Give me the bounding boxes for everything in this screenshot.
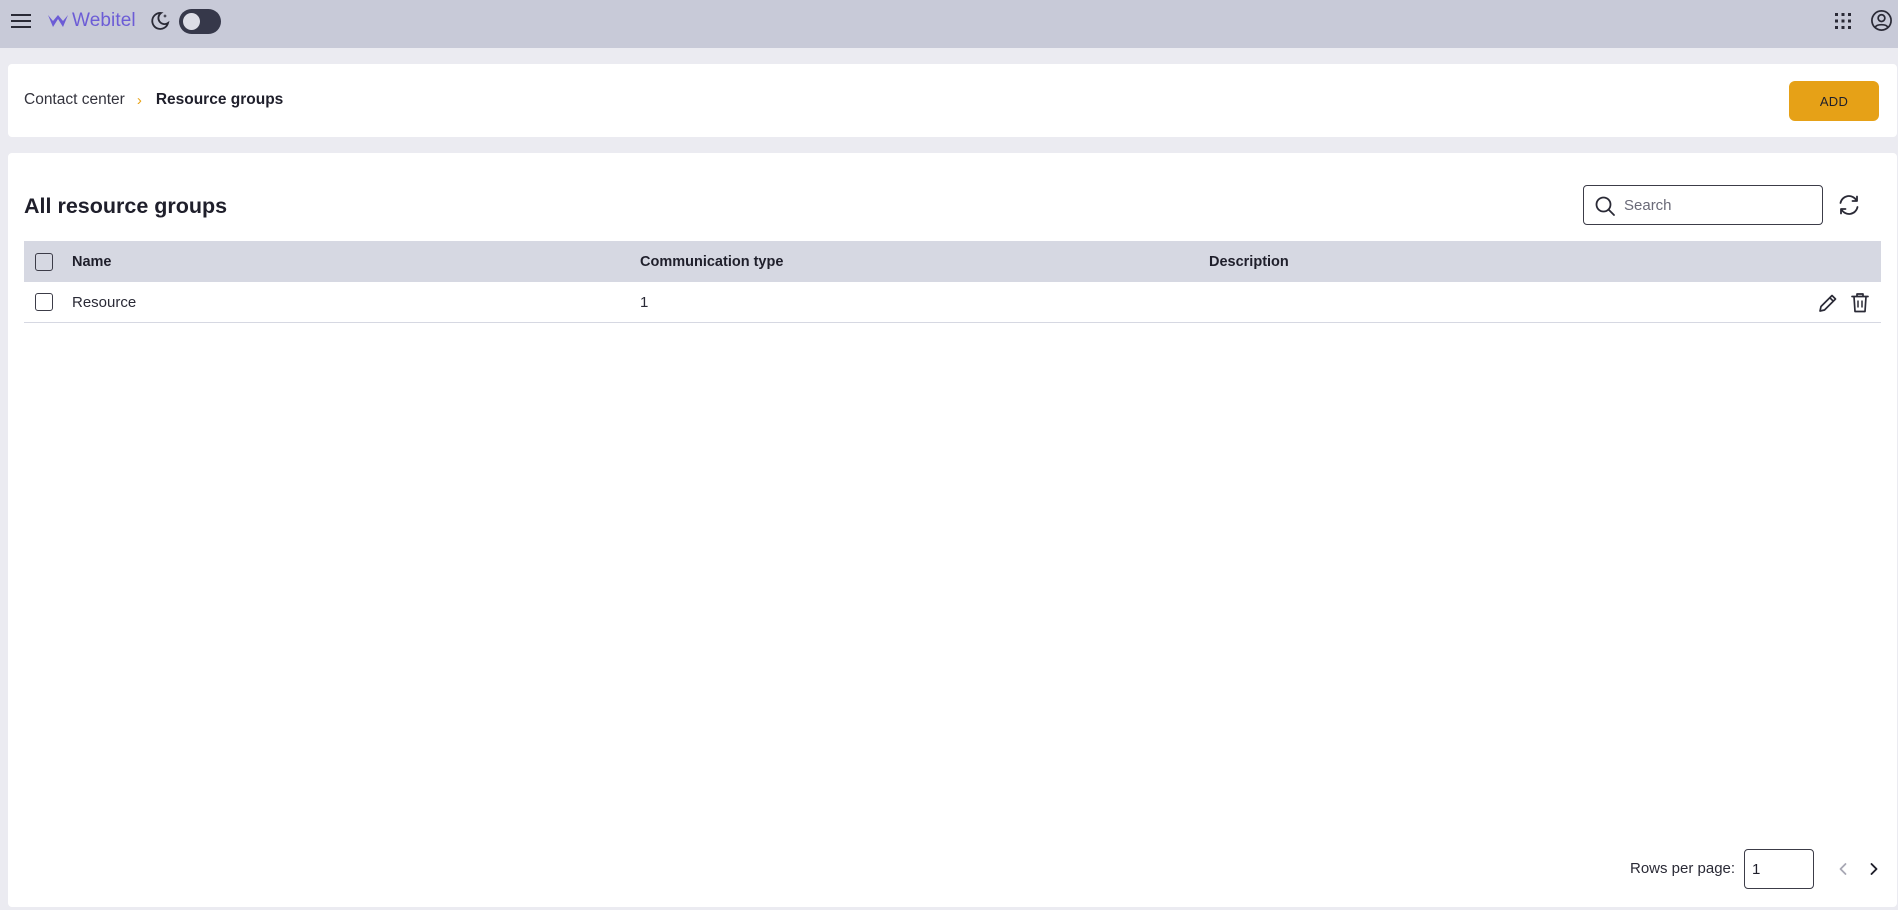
table-header: Name Communication type Description [24, 241, 1881, 282]
rows-per-page-label: Rows per page: [1630, 860, 1736, 877]
cell-name: Resource [72, 293, 137, 311]
select-all-checkbox[interactable] [35, 252, 53, 271]
breadcrumb-panel: Contact center › Resource groups ADD [8, 64, 1897, 137]
app-header: Webitel [0, 0, 1898, 48]
theme-toggle[interactable] [179, 9, 221, 34]
rows-per-page-input[interactable] [1744, 849, 1814, 889]
search-input[interactable] [1624, 194, 1814, 216]
webitel-logo[interactable]: Webitel [47, 9, 136, 33]
pagination: Rows per page: [8, 849, 1897, 889]
trash-icon[interactable] [1849, 291, 1871, 314]
logo-text: Webitel [72, 10, 136, 31]
apps-grid-icon[interactable] [1833, 11, 1853, 31]
edit-icon[interactable] [1817, 292, 1839, 314]
cell-communication-type: 1 [640, 293, 649, 311]
column-header-name[interactable]: Name [72, 254, 112, 270]
breadcrumb: Contact center › Resource groups [24, 91, 283, 109]
page-title: All resource groups [24, 194, 228, 218]
column-header-communication-type[interactable]: Communication type [640, 254, 783, 270]
refresh-icon[interactable] [1836, 192, 1862, 218]
breadcrumb-separator: › [136, 91, 142, 109]
resource-groups-table: Name Communication type Description Reso… [24, 241, 1881, 323]
search-icon [1595, 196, 1615, 216]
chevron-right-icon[interactable] [1865, 860, 1883, 878]
chevron-left-icon[interactable] [1834, 860, 1852, 878]
main-panel: All resource groups Name Communication t… [8, 153, 1897, 907]
moon-icon [151, 12, 170, 30]
account-icon[interactable] [1870, 9, 1893, 32]
webitel-logo-icon [48, 15, 68, 27]
row-checkbox[interactable] [35, 293, 53, 311]
toggle-knob [183, 13, 200, 30]
column-header-description[interactable]: Description [1209, 254, 1289, 270]
table-row[interactable]: Resource 1 [24, 282, 1881, 323]
menu-icon[interactable] [10, 11, 32, 31]
breadcrumb-contact-center[interactable]: Contact center [24, 91, 125, 109]
breadcrumb-current: Resource groups [155, 91, 284, 108]
add-button[interactable]: ADD [1789, 81, 1879, 121]
search-box[interactable] [1583, 185, 1823, 225]
